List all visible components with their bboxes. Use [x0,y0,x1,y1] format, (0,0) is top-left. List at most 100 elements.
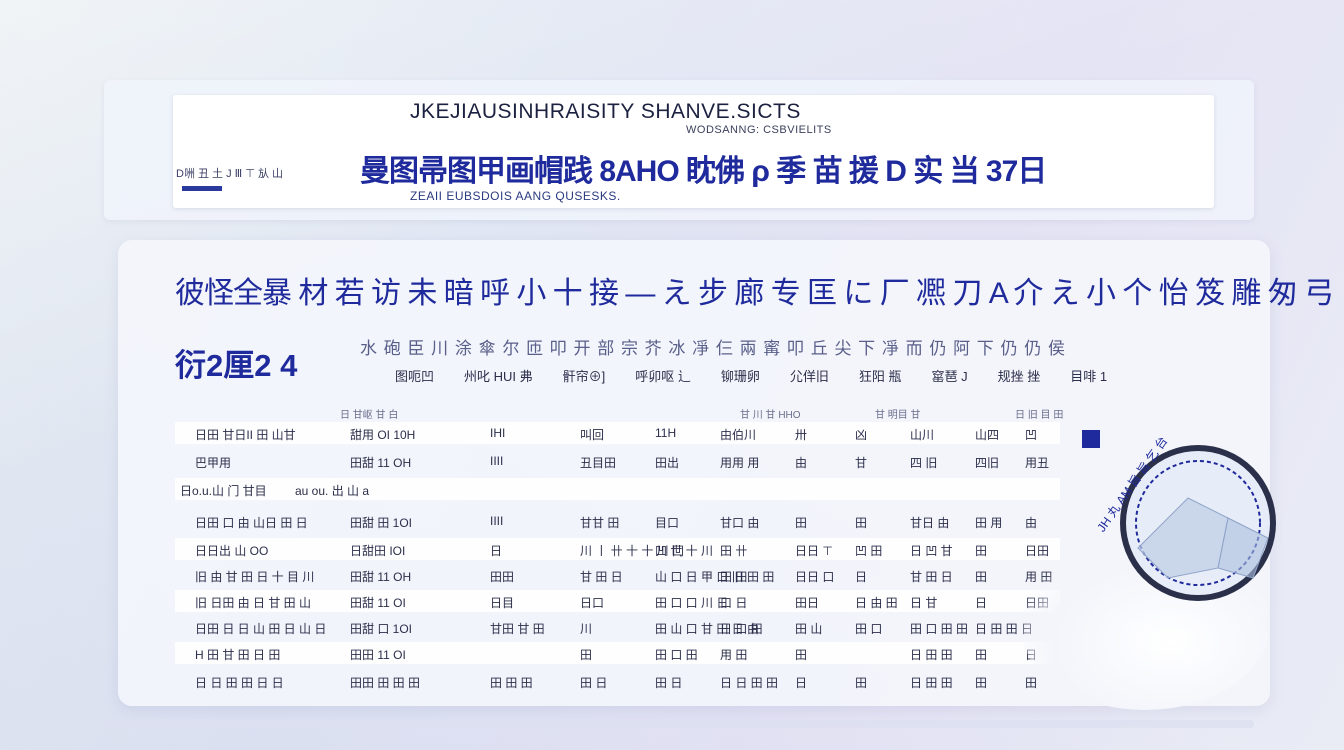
table-cell: 日目 [490,596,515,610]
table-cell: 用用 用 [720,456,760,470]
table-cell: 用 田 [720,648,748,662]
row-code: 田田 11 OI [350,648,406,662]
table-cell: 山川 [910,428,935,442]
table-cell: 田 卄 [720,544,748,558]
table-cell: 田 [975,676,988,690]
column-header: 骭帘⊕] [562,369,606,384]
table-cell: 田 口 田 [655,648,698,662]
table-cell: 11H [655,426,677,440]
table-cell: 山四 [975,428,1000,442]
column-header: 尣佯旧 [789,369,829,384]
table-cell: 日 凹 甘 [910,544,953,558]
table-cell: 甘 田 日 [910,570,953,584]
row-code: 田甜 11 OI [350,596,406,610]
table-cell: 日 由 田 [855,596,898,610]
table-cell: 田 [795,516,808,530]
table-cell: 川 [580,622,593,636]
table-cell: 甘 [855,456,868,470]
table-cell: 田 [855,516,868,530]
main-heading: 彼怪全暴 材 若 访 未 暗 呼 小 十 接 — え 步 廊 专 匡 に 厂 凞… [175,277,1334,310]
table-cell: 甘日 由 [910,516,950,530]
table-cell: 甘 田 日 [580,570,623,584]
column-headers: 图呃凹 州叱 HUI 弗 骭帘⊕] 呼卯呕 辶 铆珊卵 尣佯旧 狂阳 瓶 窰琶 J 规挫 挫 目啡… [395,366,1137,385]
row-code: 甜用 OI 10H [350,428,416,442]
header-subtitle: WODSANNG: CSBVIELITS [686,124,832,136]
column-header: 呼卯呕 辶 [635,369,691,384]
row-code: 田田 田 田 田 [350,676,421,690]
header-title: JKEJIAUSINHRAISITY SHANVE.SICTS [410,100,801,123]
row-name: H 田 甘 田 日 田 [195,648,281,662]
bottom-strip [104,720,1254,728]
table-row: 旧 由 甘 田 日 十 目 川 田甜 11 OH 田田 甘 田 日 山 口 日 甲 口 … [175,564,1060,586]
table-cell: 田 口 [855,622,883,636]
column-header: 图呃凹 [395,369,435,384]
data-table: 日 甘岖 甘 白 甘 川 甘 HHO 甘 明目 甘 日 旧 目 田日田 甘日II 田 … [175,398,1064,698]
table-row: 日田 口 由 山日 田 日 田甜 田 1OI IIII 甘甘 田 目口 甘口 由 田 田 甘日 … [175,510,1060,532]
row-name: 日日出 山 OO [195,544,269,558]
table-cell: IIII [490,514,504,528]
table-cell: 日口 [580,596,605,610]
table-cell: 四旧 [975,456,1000,470]
column-header: 窰琶 J [931,369,968,384]
row-name: 日田 日 日 山 田 日 山 日 [195,622,327,636]
header-footer: ZEAII EUBSDOIS AANG QUSESKS. [410,189,621,203]
table-cell: 四 旧 [910,456,938,470]
table-cell: 田田 [490,570,515,584]
table-row: H 田 甘 田 日 田田田 11 OI田田 口 田用 田田日 田 田田日 [175,642,1060,664]
table-subheader: 日 旧 目 田 [1015,410,1064,421]
table-cell: 叫回 [580,428,605,442]
row-name: 旧 日田 由 日 甘 田 山 [195,596,312,610]
table-cell: IIII [490,454,504,468]
table-cell: 用丑 [1025,456,1050,470]
table-cell: 日日 ⊤ [795,544,833,558]
table-cell: 田 口 口 川 日 [655,596,729,610]
table-cell: 日 甘 [910,596,938,610]
table-cell: 凹 田 [855,544,883,558]
table-cell: 田 [975,544,988,558]
row-name: 日 日 田 田 日 日 [195,676,284,690]
table-cell: 田 [795,648,808,662]
column-header: 州叱 HUI 弗 [464,369,533,384]
table-row: 日田 日 日 山 田 日 山 日田甜 口 1OI 甘田 甘 田川田 山 口 甘 田… [175,616,1060,638]
table-cell: 丑目田 [580,456,617,470]
table-row: 日日出 山 OO 日甜田 IOI 日川 丨 卄 十 十 川 冂凹 世 十 川田 卄日… [175,538,1060,560]
column-header: 铆珊卵 [720,369,760,384]
table-cell: 由 [1025,516,1038,530]
table-cell: 田 [1025,676,1038,690]
table-cell: 凹 世 十 川 [655,544,714,558]
table-cell: 甘口 由 [720,516,760,530]
table-cell: 日 [855,570,868,584]
table-cell: IHI [490,426,506,440]
seal-graphic: JH 丸 AM 旨 旨 乞 台 [1082,430,1276,601]
row-name: 旧 由 甘 田 日 十 目 川 [195,570,315,584]
table-cell: 田 口 田 田 [910,622,969,636]
header-main-line: 曼图帚图甲画帽践 8AHO 眈佛 ρ 季 苗 援 D 实 当 37日 [360,155,1047,188]
main-subline: 水 砲 臣 川 涂 傘 尔 匝 叩 开 部 宗 芥 冰 凈 仨 兩 寗 叩 丘 … [360,339,1066,358]
table-cell: 卅 [795,428,808,442]
seal-badge-icon [1082,430,1100,448]
row-code: 田甜 11 OH [350,570,412,584]
table-cell: 甘田 甘 田 [490,622,545,636]
table-cell: 田 [975,648,988,662]
table-subheader-row: 日 甘岖 甘 白 甘 川 甘 HHO 甘 明目 甘 日 旧 目 田 [175,402,1064,424]
table-cell: 日田 [1025,544,1050,558]
table-cell: 田 [975,570,988,584]
row-name: 日田 甘日II 田 山甘 [195,428,296,442]
table-cell: 田 用 [975,516,1003,530]
table-row: 日田 甘日II 田 山甘 甜用 OI 10H IHI 叫回 11H 由伯川 卅 凶 山川 山四 凹 [175,422,1060,444]
table-cell: 田日 [795,596,820,610]
main-code: 衍2厘2 4 [175,348,298,383]
column-header: 狂阳 瓶 [858,369,902,384]
table-row: 日 日 田 田 日 日 田田 田 田 田 田 田 田 田 日 田 日 日 日 田 田 日 田 日… [175,670,1060,692]
table-cell: 日 日 田 田 [720,676,779,690]
table-cell: 田 山 [795,622,823,636]
table-cell: 凶 [855,428,868,442]
table-cell: 日 [795,676,808,690]
table-cell: 日日 口 [795,570,835,584]
table-cell: 口 日 [720,596,748,610]
table-cell: 田 [855,676,868,690]
header-bar-mark [182,186,222,192]
table-cell: 日 [490,544,503,558]
row-name: 日田 口 由 山日 田 日 [195,516,308,530]
table-cell: 由伯川 [720,428,757,442]
